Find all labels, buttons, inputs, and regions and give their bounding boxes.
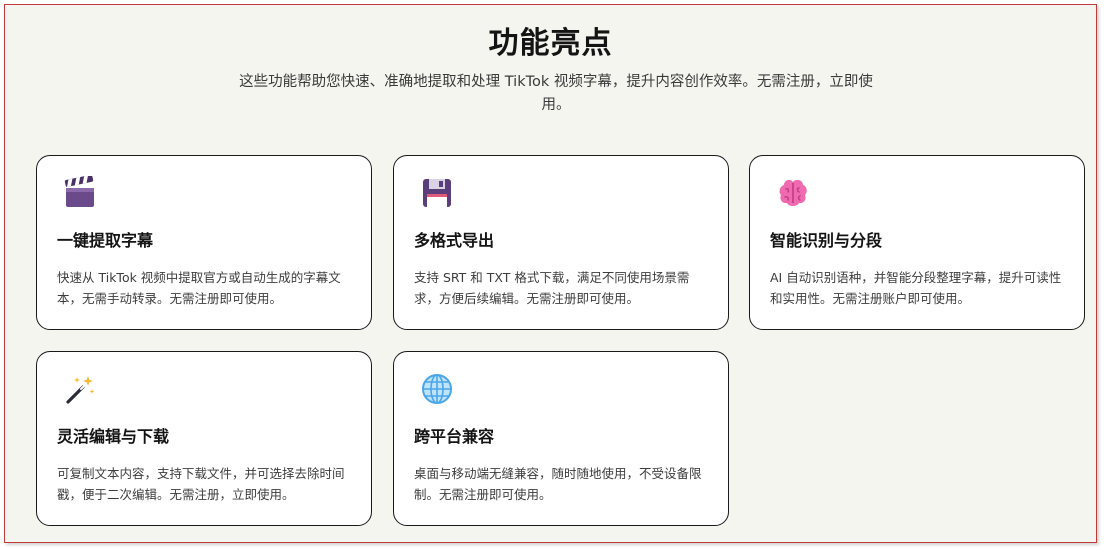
feature-card-export: 多格式导出 支持 SRT 和 TXT 格式下载，满足不同使用场景需求，方便后续编… xyxy=(393,155,729,330)
feature-card-recognition: 智能识别与分段 AI 自动识别语种，并智能分段整理字幕，提升可读性和实用性。无需… xyxy=(749,155,1085,330)
brain-icon xyxy=(776,176,810,210)
globe-icon xyxy=(420,372,454,406)
feature-title: 灵活编辑与下载 xyxy=(57,427,170,446)
feature-card-cross-platform: 跨平台兼容 桌面与移动端无缝兼容，随时随地使用，不受设备限制。无需注册即可使用。 xyxy=(393,351,729,526)
feature-title: 多格式导出 xyxy=(414,231,495,250)
floppy-disk-icon xyxy=(420,176,454,210)
section-subtitle: 这些功能帮助您快速、准确地提取和处理 TikTok 视频字幕，提升内容创作效率。… xyxy=(239,74,873,113)
features-section: 功能亮点 这些功能帮助您快速、准确地提取和处理 TikTok 视频字幕，提升内容… xyxy=(4,4,1097,543)
feature-title: 跨平台兼容 xyxy=(414,427,495,446)
feature-description: AI 自动识别语种，并智能分段整理字幕，提升可读性和实用性。无需注册账户即可使用… xyxy=(770,270,1062,306)
feature-description: 桌面与移动端无缝兼容，随时随地使用，不受设备限制。无需注册即可使用。 xyxy=(414,466,702,502)
magic-wand-icon xyxy=(63,372,97,406)
section-title: 功能亮点 xyxy=(488,26,613,61)
feature-description: 可复制文本内容，支持下载文件，并可选择去除时间戳，便于二次编辑。无需注册，立即使… xyxy=(57,466,345,502)
feature-title: 一键提取字幕 xyxy=(57,231,154,250)
feature-description: 支持 SRT 和 TXT 格式下载，满足不同使用场景需求，方便后续编辑。无需注册… xyxy=(414,270,690,306)
feature-title: 智能识别与分段 xyxy=(770,231,883,250)
feature-description: 快速从 TikTok 视频中提取官方或自动生成的字幕文本，无需手动转录。无需注册… xyxy=(57,270,341,306)
feature-card-extract: 一键提取字幕 快速从 TikTok 视频中提取官方或自动生成的字幕文本，无需手动… xyxy=(36,155,372,330)
clapperboard-icon xyxy=(63,176,97,210)
feature-card-edit: 灵活编辑与下载 可复制文本内容，支持下载文件，并可选择去除时间戳，便于二次编辑。… xyxy=(36,351,372,526)
